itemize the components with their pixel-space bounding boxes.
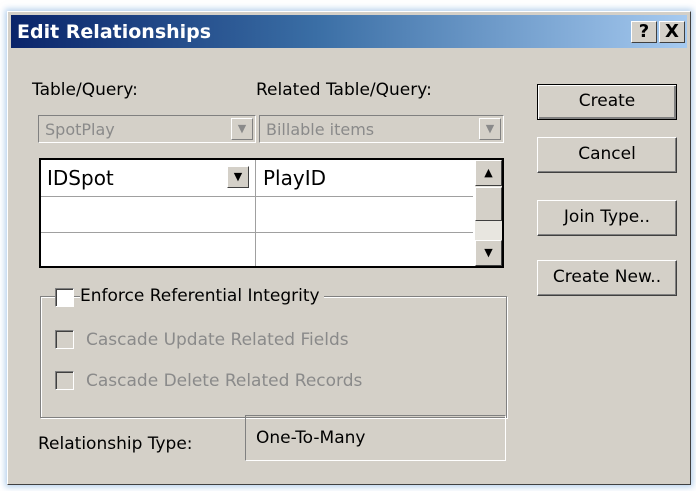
relationship-type-label: Relationship Type: bbox=[38, 434, 193, 454]
cascade-delete-label: Cascade Delete Related Records bbox=[86, 371, 363, 391]
relationship-type-value: One-To-Many bbox=[256, 428, 366, 448]
help-icon[interactable]: ? bbox=[631, 21, 657, 43]
join-type-button[interactable]: Join Type.. bbox=[537, 200, 677, 236]
referential-integrity-group bbox=[40, 296, 507, 418]
grid-cell-related-field[interactable]: PlayID bbox=[263, 166, 326, 190]
chevron-down-icon[interactable]: ▼ bbox=[227, 166, 249, 188]
related-table-query-value: Billable items bbox=[266, 120, 375, 139]
cascade-update-label: Cascade Update Related Fields bbox=[86, 330, 349, 350]
enforce-referential-integrity-checkbox[interactable] bbox=[55, 288, 74, 307]
create-new-button[interactable]: Create New.. bbox=[537, 260, 677, 296]
related-table-query-select[interactable]: Billable items ▼ bbox=[259, 115, 504, 143]
related-table-query-label: Related Table/Query: bbox=[256, 80, 432, 100]
edit-relationships-dialog: Edit Relationships ? X Table/Query: Rela… bbox=[7, 11, 691, 485]
relationship-type-box: One-To-Many bbox=[245, 415, 506, 461]
arrow-up-icon[interactable]: ▲ bbox=[475, 160, 502, 186]
fields-grid: IDSpot ▼ PlayID ▲ ▼ bbox=[39, 158, 504, 268]
table-query-label: Table/Query: bbox=[32, 80, 138, 100]
dialog-title: Edit Relationships bbox=[17, 21, 212, 43]
close-icon[interactable]: X bbox=[659, 21, 685, 43]
table-query-value: SpotPlay bbox=[45, 120, 115, 139]
scroll-thumb[interactable] bbox=[475, 187, 502, 221]
chevron-down-icon[interactable]: ▼ bbox=[231, 118, 253, 140]
grid-scrollbar[interactable]: ▲ ▼ bbox=[475, 160, 502, 266]
grid-cell-table-field[interactable]: IDSpot bbox=[47, 166, 114, 190]
cascade-delete-checkbox[interactable] bbox=[55, 371, 74, 390]
create-button[interactable]: Create bbox=[537, 84, 677, 120]
cancel-button[interactable]: Cancel bbox=[537, 137, 677, 173]
title-bar[interactable]: Edit Relationships ? X bbox=[11, 15, 687, 48]
arrow-down-icon[interactable]: ▼ bbox=[475, 240, 502, 266]
enforce-referential-integrity-label: Enforce Referential Integrity bbox=[80, 286, 324, 306]
table-query-select[interactable]: SpotPlay ▼ bbox=[38, 115, 256, 143]
chevron-down-icon[interactable]: ▼ bbox=[479, 118, 501, 140]
cascade-update-checkbox[interactable] bbox=[55, 330, 74, 349]
